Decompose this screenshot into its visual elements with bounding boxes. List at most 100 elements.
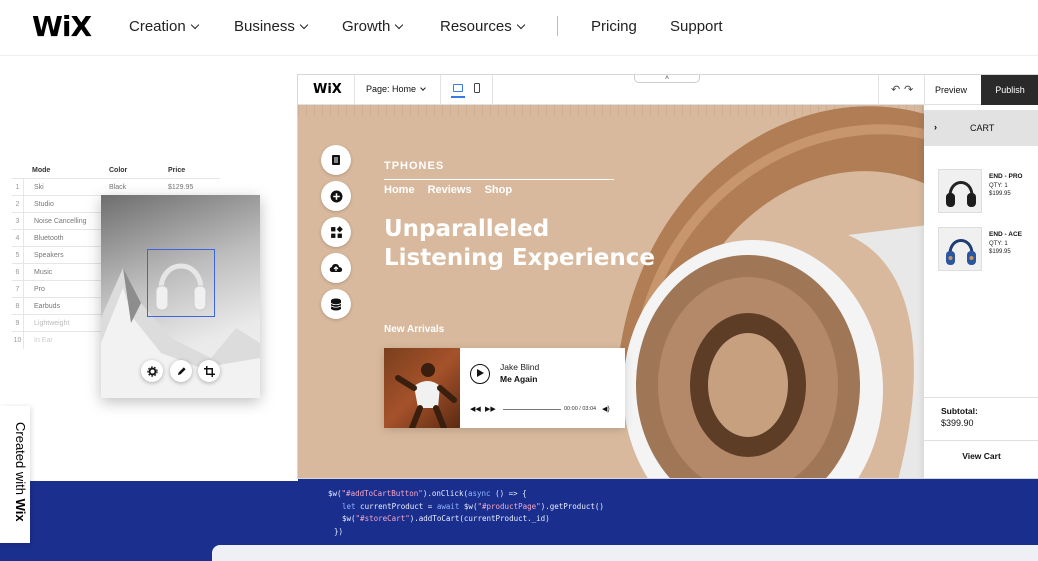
row-mode: Pro bbox=[34, 286, 45, 293]
chevron-down-icon bbox=[420, 84, 426, 91]
nav-resources[interactable]: Resources bbox=[440, 18, 525, 35]
row-mode: Lightweight bbox=[34, 320, 70, 327]
table-row[interactable]: 1 Ski Black $129.95 bbox=[12, 178, 220, 196]
wix-logo[interactable]: WiX bbox=[32, 10, 92, 43]
progress-track[interactable] bbox=[503, 409, 561, 410]
row-number: 4 bbox=[12, 230, 24, 247]
upload-tool-button[interactable] bbox=[321, 253, 351, 283]
row-number: 8 bbox=[12, 298, 24, 315]
product-thumbnail bbox=[938, 227, 982, 271]
new-arrivals-label: New Arrivals bbox=[384, 324, 445, 335]
play-button[interactable] bbox=[470, 364, 490, 384]
subnav-home[interactable]: Home bbox=[384, 184, 415, 196]
cart-item-qty: QTY: 1 bbox=[989, 241, 1008, 247]
crop-icon bbox=[203, 365, 215, 377]
toolbar-divider bbox=[440, 75, 441, 105]
cart-item-name: END - PRO bbox=[989, 173, 1023, 180]
pages-tool-button[interactable] bbox=[321, 145, 351, 175]
cart-item-qty: QTY: 1 bbox=[989, 183, 1008, 189]
undo-icon[interactable]: ↶ bbox=[891, 83, 900, 96]
publish-button[interactable]: Publish bbox=[981, 75, 1038, 105]
toolbar-divider bbox=[492, 75, 493, 105]
nav-business-label: Business bbox=[234, 18, 295, 35]
settings-button[interactable] bbox=[141, 360, 163, 382]
row-number: 3 bbox=[12, 213, 24, 230]
code-line-4: }) bbox=[334, 526, 344, 536]
row-mode: Noise Cancelling bbox=[34, 218, 87, 225]
table-header-mode: Mode bbox=[32, 167, 51, 174]
mobile-view-icon[interactable] bbox=[474, 83, 480, 93]
database-tool-button[interactable] bbox=[321, 289, 351, 319]
editor-toolbar: WiX Page: Home ˄ ↶ ↷ Preview Publish bbox=[298, 75, 1038, 105]
image-editor-card[interactable] bbox=[101, 195, 260, 398]
table-header-row: Mode Color Price bbox=[12, 162, 220, 179]
site-subnav: Home Reviews Shop bbox=[384, 184, 512, 196]
row-mode: Bluetooth bbox=[34, 235, 64, 242]
preview-button[interactable]: Preview bbox=[935, 85, 967, 95]
site-canvas: TPHONES Home Reviews Shop Unparalleled L… bbox=[298, 105, 1038, 478]
code-line-2: let currentProduct = await $w("#productP… bbox=[342, 501, 604, 511]
brand-divider bbox=[384, 179, 614, 180]
selection-box[interactable] bbox=[147, 249, 215, 317]
edit-button[interactable] bbox=[170, 360, 192, 382]
row-mode: Speakers bbox=[34, 252, 64, 259]
cart-title: CART bbox=[970, 123, 995, 133]
row-number: 9 bbox=[12, 315, 24, 332]
artist-name: Jake Blind bbox=[500, 362, 540, 372]
runner-photo bbox=[395, 363, 457, 428]
page-selector[interactable]: Page: Home bbox=[366, 84, 426, 94]
row-number: 7 bbox=[12, 281, 24, 298]
row-mode: Earbuds bbox=[34, 303, 61, 310]
nav-growth-label: Growth bbox=[342, 18, 391, 35]
nav-support[interactable]: Support bbox=[670, 18, 723, 35]
row-mode: Studio bbox=[34, 201, 54, 208]
plus-circle-icon bbox=[330, 190, 342, 202]
view-cart-button[interactable]: View Cart bbox=[924, 440, 1038, 470]
code-line-1: $w("#addToCartButton").onClick(async () … bbox=[328, 489, 527, 498]
chevron-right-icon[interactable]: › bbox=[934, 122, 937, 132]
previous-track-icon[interactable]: ◀◀ bbox=[470, 405, 481, 413]
nav-divider bbox=[557, 16, 558, 36]
toolbar-divider bbox=[878, 75, 879, 105]
collapse-handle[interactable]: ˄ bbox=[634, 75, 700, 83]
subnav-reviews[interactable]: Reviews bbox=[428, 184, 472, 196]
chevron-down-icon bbox=[299, 20, 309, 30]
row-number: 2 bbox=[12, 196, 24, 213]
site-brand[interactable]: TPHONES bbox=[384, 160, 444, 172]
nav-creation[interactable]: Creation bbox=[129, 18, 199, 35]
song-title: Me Again bbox=[500, 374, 538, 384]
table-header-price: Price bbox=[168, 167, 186, 174]
apps-tool-button[interactable] bbox=[321, 217, 351, 247]
nav-business[interactable]: Business bbox=[234, 18, 309, 35]
cart-panel: › CART END - PRO QTY: 1 $199.95 END - AC… bbox=[924, 105, 1038, 478]
nav-growth[interactable]: Growth bbox=[342, 18, 404, 35]
code-line-3: $w("#storeCart").addToCart(currentProduc… bbox=[342, 514, 550, 523]
bottom-panel-edge bbox=[212, 545, 1038, 561]
pencil-icon bbox=[177, 366, 186, 375]
music-player: Jake Blind Me Again ◀◀ ▶▶ 00:00 / 03:04 … bbox=[384, 348, 625, 428]
row-price: $129.95 bbox=[168, 184, 194, 191]
active-view-underline bbox=[451, 96, 465, 98]
row-mode: Ski bbox=[34, 184, 44, 191]
cart-item-price: $199.95 bbox=[989, 191, 1011, 197]
created-with-wix-badge[interactable]: Created with Wix bbox=[0, 406, 30, 543]
row-number: 10 bbox=[12, 332, 24, 349]
nav-creation-label: Creation bbox=[129, 18, 186, 35]
row-number: 1 bbox=[12, 179, 24, 196]
add-tool-button[interactable] bbox=[321, 181, 351, 211]
cart-header: › CART bbox=[924, 110, 1038, 146]
code-snippet: $w("#addToCartButton").onClick(async () … bbox=[298, 478, 1038, 548]
cart-item-price: $199.95 bbox=[989, 249, 1011, 255]
volume-icon[interactable]: ◀) bbox=[602, 405, 610, 413]
top-navigation: WiX Creation Business Growth Resources P… bbox=[0, 0, 1038, 56]
page-selector-label: Page: Home bbox=[366, 84, 417, 94]
redo-icon[interactable]: ↷ bbox=[904, 83, 913, 96]
cart-item-name: END - ACE bbox=[989, 231, 1022, 238]
subnav-shop[interactable]: Shop bbox=[485, 184, 513, 196]
next-track-icon[interactable]: ▶▶ bbox=[485, 405, 496, 413]
nav-pricing[interactable]: Pricing bbox=[591, 18, 637, 35]
wix-editor-window: WiX Page: Home ˄ ↶ ↷ Preview Publish TPH… bbox=[297, 74, 1038, 479]
desktop-view-icon[interactable] bbox=[453, 84, 463, 92]
crop-button[interactable] bbox=[198, 360, 220, 382]
headphones-hero-image bbox=[618, 106, 928, 478]
